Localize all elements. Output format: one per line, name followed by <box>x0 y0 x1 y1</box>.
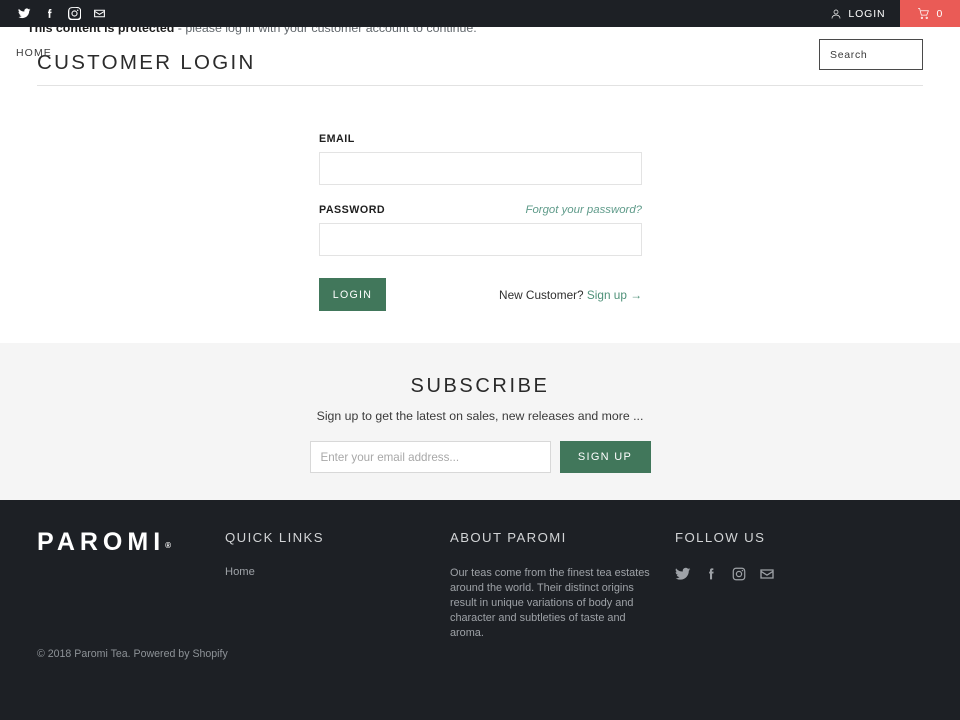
customer-login-form: EMAIL PASSWORD Forgot your password? LOG… <box>319 133 642 311</box>
login-actions-row: LOGIN New Customer? Sign up → <box>319 278 642 311</box>
header-divider <box>37 85 923 86</box>
forgot-password-link[interactable]: Forgot your password? <box>526 204 643 216</box>
twitter-icon[interactable] <box>675 566 691 587</box>
cart-icon <box>917 8 929 19</box>
footer-follow-column: FOLLOW US <box>675 500 900 641</box>
account-login-link[interactable]: LOGIN <box>816 0 899 27</box>
facebook-icon[interactable] <box>42 7 56 21</box>
page-title: CUSTOMER LOGIN <box>37 51 256 74</box>
subscribe-submit-button[interactable]: SIGN UP <box>559 441 651 473</box>
password-label: PASSWORD <box>319 204 386 216</box>
facebook-icon[interactable] <box>703 566 719 587</box>
site-footer: PAROMI® QUICK LINKS Home ABOUT PAROMI Ou… <box>0 500 960 720</box>
registered-mark: ® <box>165 541 172 550</box>
footer-link-home[interactable]: Home <box>225 566 450 578</box>
subscribe-form: SIGN UP <box>0 441 960 473</box>
cart-count: 0 <box>936 7 943 20</box>
footer-columns: PAROMI® QUICK LINKS Home ABOUT PAROMI Ou… <box>0 500 960 641</box>
signup-link[interactable]: Sign up → <box>587 288 642 302</box>
footer-logo-column: PAROMI® <box>0 500 225 641</box>
search-input[interactable] <box>820 40 960 69</box>
account-login-label: LOGIN <box>848 7 886 20</box>
footer-social-list <box>675 566 900 587</box>
new-customer-prompt: New Customer? Sign up → <box>499 288 642 302</box>
subscribe-section: SUBSCRIBE Sign up to get the latest on s… <box>0 343 960 500</box>
user-icon <box>832 9 841 19</box>
password-label-row: PASSWORD Forgot your password? <box>319 204 642 216</box>
paromi-logo[interactable]: PAROMI® <box>37 528 225 557</box>
top-bar: LOGIN 0 <box>0 0 960 27</box>
copyright: © 2018 Paromi Tea. Powered by Shopify <box>37 648 228 660</box>
subscribe-subtitle: Sign up to get the latest on sales, new … <box>316 409 644 423</box>
copyright-prefix: © 2018 <box>37 648 75 660</box>
new-customer-text: New Customer? <box>499 287 584 302</box>
instagram-icon[interactable] <box>731 566 747 587</box>
paromi-logo-text: PAROMI <box>37 528 166 556</box>
about-text: Our teas come from the finest tea estate… <box>450 567 650 639</box>
footer-about-column: ABOUT PAROMI Our teas come from the fine… <box>450 500 675 641</box>
search-box[interactable] <box>819 39 960 70</box>
twitter-icon[interactable] <box>17 7 31 21</box>
topbar-social-list <box>17 7 106 21</box>
topbar-right: LOGIN 0 <box>816 0 960 27</box>
breadcrumb[interactable]: HOME <box>16 47 52 59</box>
instagram-icon[interactable] <box>67 7 81 21</box>
about-title: ABOUT PAROMI <box>450 530 567 545</box>
cart-link[interactable]: 0 <box>899 0 960 27</box>
copyright-brand-link[interactable]: Paromi Tea <box>74 648 127 660</box>
subscribe-title: SUBSCRIBE <box>410 375 550 397</box>
email-field[interactable] <box>319 152 642 185</box>
email-label: EMAIL <box>319 133 355 145</box>
follow-us-title: FOLLOW US <box>675 530 766 545</box>
footer-quick-links-column: QUICK LINKS Home <box>225 500 450 641</box>
email-icon[interactable] <box>759 566 775 587</box>
email-icon[interactable] <box>92 7 106 21</box>
password-field[interactable] <box>319 223 642 256</box>
quick-links-title: QUICK LINKS <box>225 530 324 545</box>
login-submit-button[interactable]: LOGIN <box>319 278 386 311</box>
subscribe-email-input[interactable] <box>309 441 551 473</box>
shopify-link[interactable]: Shopify <box>192 648 227 660</box>
copyright-mid: . Powered by <box>127 648 193 660</box>
